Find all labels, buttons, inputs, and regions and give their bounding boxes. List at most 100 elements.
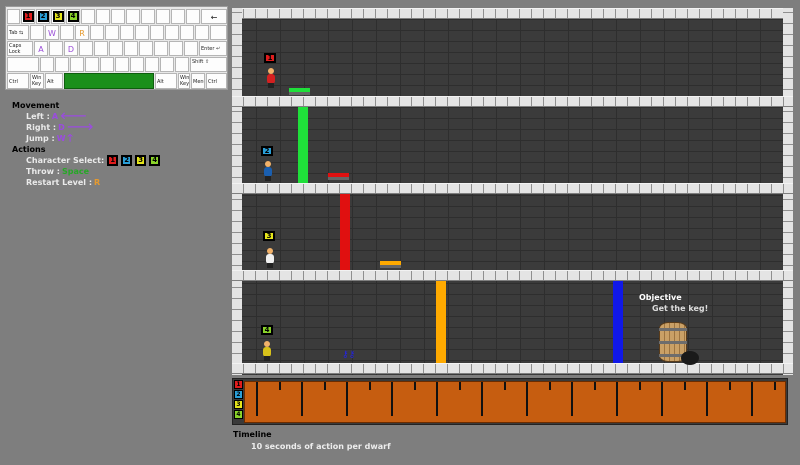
timeline-tick	[594, 382, 596, 390]
dwarf-3[interactable]	[264, 248, 276, 268]
key-ctrl-left: Ctrl	[7, 73, 29, 89]
key-blank	[130, 57, 144, 72]
key-win-right: Win Key	[178, 73, 190, 89]
key-blank	[175, 57, 189, 72]
key-enter: Enter ↵	[199, 41, 227, 56]
timeline-badge-4: 4	[234, 410, 243, 419]
key-3-badge: 3	[52, 11, 64, 22]
timeline-tick	[301, 382, 303, 416]
key-blank	[100, 57, 114, 72]
key-blank	[160, 57, 174, 72]
blue-key-icon[interactable]: ⚷⚷	[342, 351, 360, 360]
dwarf-1-tag: 1	[264, 53, 276, 63]
key-blank	[79, 41, 93, 56]
floor-4	[232, 363, 793, 374]
timeline-tick	[729, 382, 731, 390]
timeline-tick	[526, 382, 528, 416]
keg-hoop-mid	[659, 341, 687, 344]
arrow-left-icon: 🡐	[60, 110, 87, 122]
timeline-tick	[706, 382, 708, 416]
key-blank	[139, 41, 153, 56]
dwarf-1[interactable]	[265, 68, 277, 88]
left-key: A	[51, 112, 59, 121]
key-2: 2	[36, 9, 50, 24]
orange-pressure-plate	[380, 261, 401, 268]
blue-door	[613, 281, 623, 363]
green-door	[298, 107, 308, 183]
key-a: A	[34, 41, 48, 56]
key-blank	[94, 41, 108, 56]
orange-door	[436, 281, 446, 363]
timeline-badge-2: 2	[234, 390, 243, 399]
key-4: 4	[66, 9, 80, 24]
timeline-panel[interactable]: 1 2 3 4	[232, 378, 788, 425]
timeline-badges: 1 2 3 4	[234, 380, 243, 420]
key-alt-left: Alt	[45, 73, 63, 89]
control-throw: Throw : Space	[12, 166, 227, 177]
timeline-title: Timeline	[233, 430, 272, 439]
key-blank	[105, 25, 119, 40]
key-menu: Menu	[191, 73, 205, 89]
key-blank	[7, 9, 20, 24]
key-blank	[85, 57, 99, 72]
key-blank	[111, 9, 125, 24]
red-door	[340, 194, 350, 270]
key-2-badge: 2	[37, 11, 49, 22]
key-blank	[210, 25, 227, 40]
select-label: Character Select:	[26, 156, 105, 165]
key-d: D	[64, 41, 78, 56]
dwarf-4-tag: 4	[261, 325, 273, 335]
timeline-tick	[459, 382, 461, 390]
key-blank	[145, 57, 159, 72]
key-blank	[120, 25, 134, 40]
arrow-up-icon: 🡑	[67, 132, 73, 144]
timeline-tick	[256, 382, 258, 416]
timeline-tick	[684, 382, 686, 390]
red-pressure-plate	[328, 173, 349, 180]
control-character-select: Character Select: 1 2 3 4	[12, 155, 227, 166]
arrow-right-icon: 🡒	[66, 121, 94, 133]
key-blank	[156, 9, 170, 24]
key-blank	[186, 9, 200, 24]
character-3-badge: 3	[135, 155, 147, 166]
key-blank	[141, 9, 155, 24]
dwarf-4[interactable]	[261, 341, 273, 361]
key-blank	[96, 9, 110, 24]
timeline-tick	[481, 382, 483, 416]
ceiling	[232, 8, 793, 19]
jump-label: Jump :	[26, 134, 55, 143]
timeline-subtitle: 10 seconds of action per dwarf	[251, 442, 391, 451]
movement-heading: Movement	[12, 101, 60, 110]
dwarf-2[interactable]	[262, 161, 274, 181]
key-blank	[184, 41, 198, 56]
key-blank	[7, 57, 39, 72]
control-restart: Restart Level : R	[12, 177, 227, 188]
bomb-icon	[681, 351, 699, 365]
right-label: Right :	[26, 123, 57, 132]
key-blank	[115, 57, 129, 72]
key-alt-right: Alt	[155, 73, 177, 89]
key-blank	[55, 57, 69, 72]
timeline-tick	[346, 382, 348, 416]
objective-panel: Objective Get the keg!	[639, 292, 708, 314]
keyboard-diagram: 1 2 3 4 ← Tab ⇆ W R Caps Lock A D Enter …	[5, 6, 228, 90]
timeline-tick	[751, 382, 753, 416]
level-view[interactable]: 1 2 3 4 ⚷⚷ Objective Get the keg!	[232, 8, 793, 375]
key-backspace: ←	[201, 9, 227, 24]
key-blank	[180, 25, 194, 40]
key-blank	[135, 25, 149, 40]
timeline-tick	[571, 382, 573, 416]
timeline-tick	[414, 382, 416, 390]
timeline-tick	[549, 382, 551, 390]
floor-3	[232, 270, 793, 281]
key-w: W	[45, 25, 59, 40]
timeline-badge-1: 1	[234, 380, 243, 389]
objective-title: Objective	[639, 293, 682, 302]
objective-text: Get the keg!	[652, 304, 709, 313]
key-blank	[124, 41, 138, 56]
key-blank	[195, 25, 209, 40]
timeline-bar[interactable]	[244, 381, 786, 423]
key-ctrl-right: Ctrl	[206, 73, 227, 89]
key-caps-lock: Caps Lock	[7, 41, 33, 56]
key-blank	[30, 25, 44, 40]
